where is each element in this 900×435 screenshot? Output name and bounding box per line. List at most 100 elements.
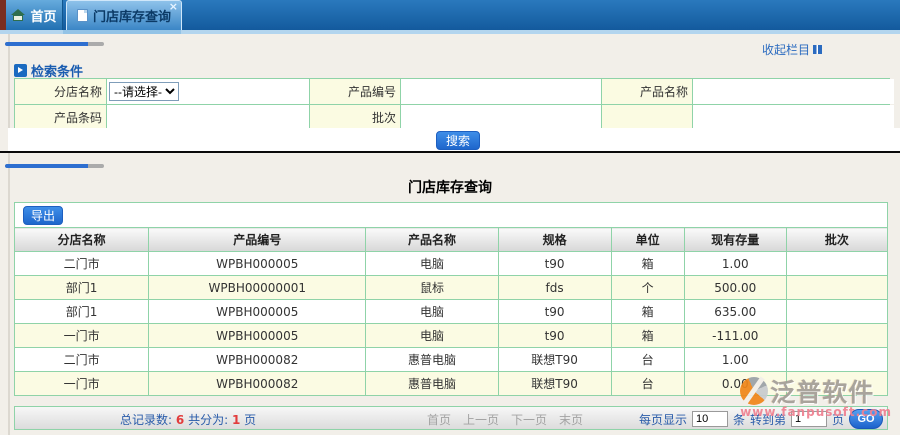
table-cell: 部门1	[15, 276, 149, 300]
table-cell: WPBH000005	[149, 252, 366, 276]
per-page-label: 每页显示	[639, 411, 687, 428]
table-cell: 一门市	[15, 324, 149, 348]
table-cell: WPBH000082	[149, 348, 366, 372]
tab-active-label: 门店库存查询	[93, 6, 171, 25]
table-row: 部门1 WPBH000005 电脑 t90 箱 635.00	[15, 300, 888, 324]
collapse-icon	[813, 45, 822, 54]
table-cell: 个	[611, 276, 684, 300]
table-cell	[786, 300, 887, 324]
page-controls: 每页显示 条 转到第 页 GO	[639, 409, 883, 429]
table-row: 一门市 WPBH000082 惠普电脑 联想T90 台 0.00	[15, 372, 888, 396]
column-header-batch: 批次	[786, 228, 887, 252]
column-header-product-name: 产品名称	[366, 228, 498, 252]
table-cell: 台	[611, 372, 684, 396]
goto-page-label: 转到第	[750, 411, 786, 428]
column-header-stock: 现有存量	[684, 228, 786, 252]
table-cell: 1.00	[684, 348, 786, 372]
goto-page-unit: 页	[832, 411, 844, 428]
barcode-input[interactable]	[107, 105, 309, 130]
inventory-table: 分店名称 产品编号 产品名称 规格 单位 现有存量 批次 二门市 WPBH000…	[14, 227, 888, 396]
collapse-columns-link[interactable]: 收起栏目	[762, 41, 822, 58]
table-cell: 电脑	[366, 252, 498, 276]
toolbar: 导出	[14, 202, 888, 228]
table-cell: 惠普电脑	[366, 372, 498, 396]
pagination-bar: 总记录数: 6 共分为: 1 页 首页 上一页 下一页 末页 每页显示 条 转到…	[14, 406, 888, 430]
total-records-label: 总记录数:	[120, 413, 172, 427]
search-button[interactable]: 搜索	[436, 131, 480, 150]
total-pages-label: 共分为:	[188, 413, 228, 427]
table-cell: WPBH000005	[149, 300, 366, 324]
goto-page-input[interactable]	[791, 411, 827, 427]
prev-page-link[interactable]: 上一页	[463, 411, 499, 428]
branch-name-label: 分店名称	[15, 79, 106, 104]
table-cell: 电脑	[366, 300, 498, 324]
table-cell: 鼠标	[366, 276, 498, 300]
table-cell: 一门市	[15, 372, 149, 396]
product-name-cell	[693, 79, 894, 104]
product-no-input[interactable]	[401, 79, 601, 104]
table-cell: t90	[498, 300, 611, 324]
next-page-link[interactable]: 下一页	[511, 411, 547, 428]
batch-label: 批次	[310, 105, 400, 130]
table-cell: 1.00	[684, 252, 786, 276]
table-cell: 联想T90	[498, 372, 611, 396]
table-cell: 500.00	[684, 276, 786, 300]
export-button[interactable]: 导出	[23, 206, 63, 225]
table-cell: 635.00	[684, 300, 786, 324]
record-summary: 总记录数: 6 共分为: 1 页	[120, 411, 256, 428]
barcode-cell	[107, 105, 309, 130]
table-cell: t90	[498, 252, 611, 276]
table-cell: 惠普电脑	[366, 348, 498, 372]
table-cell	[786, 348, 887, 372]
table-cell: WPBH00000001	[149, 276, 366, 300]
table-cell: WPBH000005	[149, 324, 366, 348]
table-cell: 0.00	[684, 372, 786, 396]
table-row: 二门市 WPBH000082 惠普电脑 联想T90 台 1.00	[15, 348, 888, 372]
batch-cell	[401, 105, 601, 130]
tab-home[interactable]: 首页	[6, 0, 63, 30]
per-page-unit: 条	[733, 411, 745, 428]
table-row: 部门1 WPBH00000001 鼠标 fds 个 500.00	[15, 276, 888, 300]
branch-name-select[interactable]: --请选择--	[109, 82, 179, 101]
progress-divider-middle	[5, 164, 104, 168]
table-cell: -111.00	[684, 324, 786, 348]
tab-home-label: 首页	[30, 6, 56, 25]
go-button[interactable]: GO	[849, 409, 883, 429]
table-cell: 部门1	[15, 300, 149, 324]
collapse-columns-label: 收起栏目	[762, 41, 810, 58]
column-header-product-no: 产品编号	[149, 228, 366, 252]
table-cell: t90	[498, 324, 611, 348]
page-title: 门店库存查询	[0, 177, 900, 197]
total-pages-value: 1	[232, 413, 240, 427]
table-cell: 台	[611, 348, 684, 372]
empty-input-cell	[693, 105, 894, 130]
table-cell: 箱	[611, 300, 684, 324]
table-cell: 二门市	[15, 252, 149, 276]
table-header-row: 分店名称 产品编号 产品名称 规格 单位 现有存量 批次	[15, 228, 888, 252]
tab-bar: 首页 门店库存查询 ×	[0, 0, 900, 30]
table-cell: fds	[498, 276, 611, 300]
table-cell: WPBH000082	[149, 372, 366, 396]
content-left-border	[8, 34, 10, 435]
close-icon[interactable]: ×	[169, 1, 178, 12]
home-icon	[11, 9, 25, 21]
per-page-input[interactable]	[692, 411, 728, 427]
last-page-link[interactable]: 末页	[559, 411, 583, 428]
product-name-label: 产品名称	[602, 79, 692, 104]
table-row: 二门市 WPBH000005 电脑 t90 箱 1.00	[15, 252, 888, 276]
document-icon	[77, 9, 88, 22]
column-header-branch: 分店名称	[15, 228, 149, 252]
product-no-label: 产品编号	[310, 79, 400, 104]
batch-input[interactable]	[401, 105, 601, 130]
product-no-cell	[401, 79, 601, 104]
product-name-input[interactable]	[693, 79, 894, 104]
search-form: 分店名称 --请选择-- 产品编号 产品名称 产品条码 批次	[14, 78, 890, 131]
table-cell: 二门市	[15, 348, 149, 372]
table-cell: 箱	[611, 324, 684, 348]
table-row: 一门市 WPBH000005 电脑 t90 箱 -111.00	[15, 324, 888, 348]
column-header-spec: 规格	[498, 228, 611, 252]
arrow-right-icon	[14, 64, 27, 77]
tab-store-inventory-query[interactable]: 门店库存查询 ×	[66, 0, 182, 30]
table-cell: 箱	[611, 252, 684, 276]
first-page-link[interactable]: 首页	[427, 411, 451, 428]
